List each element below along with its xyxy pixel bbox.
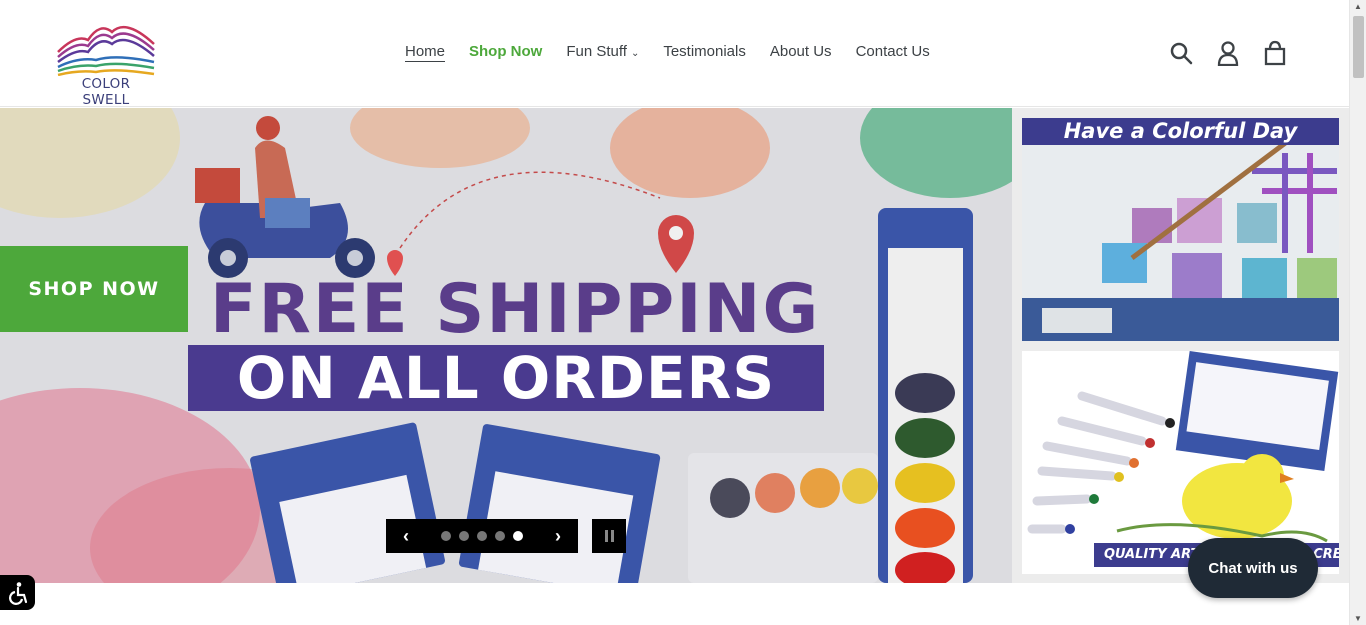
header-icons [1166,38,1290,68]
slide-dot-1[interactable] [441,531,451,541]
accessibility-icon[interactable] [0,575,35,610]
slide-dot-4[interactable] [495,531,505,541]
main-nav: Home Shop Now Fun Stuff ⌄ Testimonials Ab… [405,43,930,62]
slide-dot-5[interactable] [513,531,523,541]
slide-dot-3[interactable] [477,531,487,541]
account-icon[interactable] [1213,38,1243,68]
watercolor-painting-image [1022,118,1339,341]
brand-name: COLOR SWELL [81,76,131,108]
hero-headline-free-shipping: FREE SHIPPING [210,270,821,349]
search-icon[interactable] [1166,38,1196,68]
color-swell-logo-mark [57,25,155,76]
site-header: COLOR SWELL Home Shop Now Fun Stuff ⌄ Tes… [0,0,1349,108]
brand-logo[interactable]: COLOR SWELL [56,14,156,108]
scroll-up-arrow-icon[interactable]: ▲ [1354,2,1362,11]
nav-contact-us[interactable]: Contact Us [856,43,930,62]
hero-slider: FREE SHIPPING ON ALL ORDERS SHOP NOW ‹ › [0,108,1012,583]
previous-slide-arrow-icon[interactable]: ‹ [386,519,426,553]
scroll-down-arrow-icon[interactable]: ▼ [1354,614,1362,623]
slider-controls: ‹ › [386,519,578,553]
page: COLOR SWELL Home Shop Now Fun Stuff ⌄ Tes… [0,0,1366,625]
nav-about-us[interactable]: About Us [770,43,832,62]
chat-with-us-button[interactable]: Chat with us [1188,538,1318,598]
nav-fun-stuff-label: Fun Stuff [566,43,627,60]
cart-icon[interactable] [1260,38,1290,68]
vertical-scrollbar[interactable]: ▲ ▼ [1349,0,1366,625]
chevron-down-icon: ⌄ [630,48,640,59]
promo-tiles: Have a Colorful Day QUALITY ART CR [1012,108,1349,583]
scrollbar-thumb[interactable] [1353,16,1364,78]
nav-home[interactable]: Home [405,43,446,62]
nav-fun-stuff[interactable]: Fun Stuff ⌄ [566,43,639,62]
tile-caption-colorful-day: Have a Colorful Day [1022,118,1339,145]
hero-headline-on-all-orders: ON ALL ORDERS [188,344,824,412]
shop-now-button[interactable]: SHOP NOW [0,246,188,332]
promo-tile-colorful-day[interactable]: Have a Colorful Day [1022,118,1339,341]
pause-slideshow-icon[interactable] [592,519,626,553]
nav-testimonials[interactable]: Testimonials [663,43,746,62]
slide-dot-2[interactable] [459,531,469,541]
nav-shop-now[interactable]: Shop Now [469,43,542,62]
slide-dots [426,531,538,541]
next-slide-arrow-icon[interactable]: › [538,519,578,553]
